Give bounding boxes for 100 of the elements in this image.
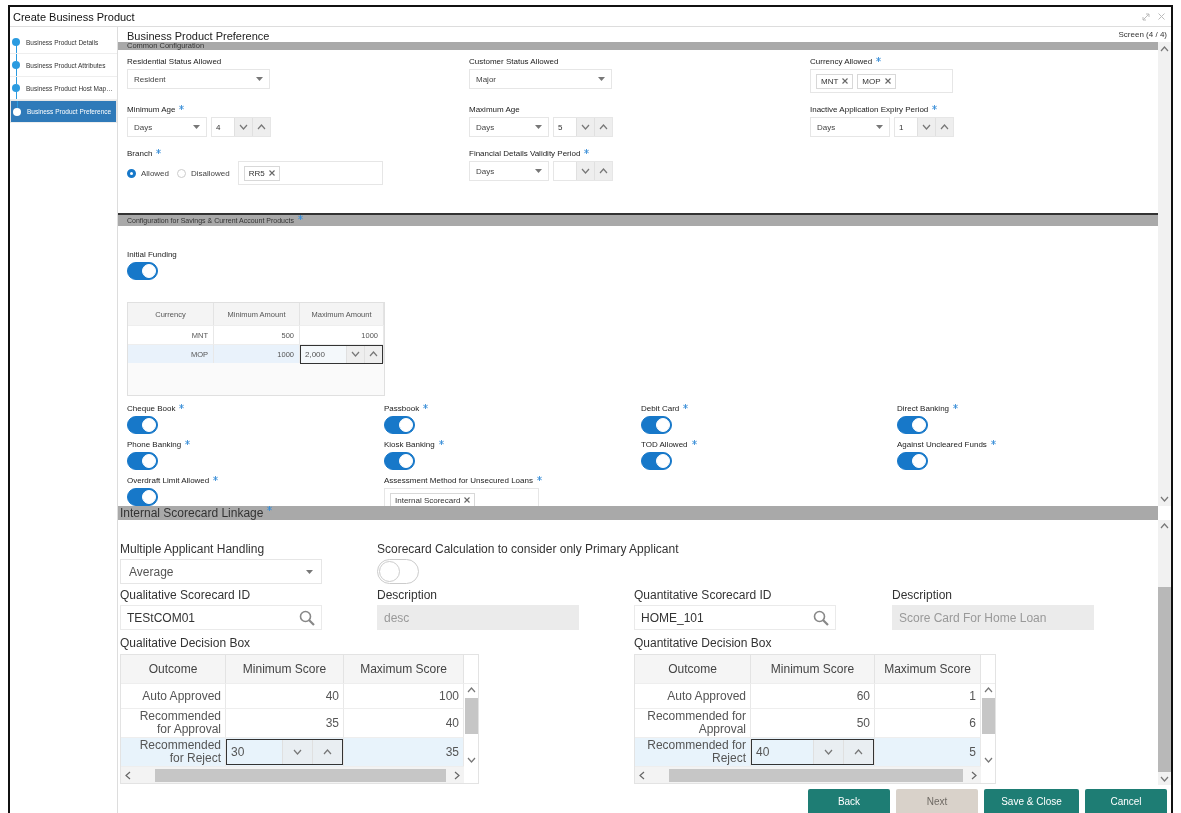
screen-counter: Screen (4 / 4) [1118, 30, 1167, 41]
field-label: Branch [127, 149, 153, 158]
table-cell: 60 [751, 683, 875, 708]
chevron-up-icon [940, 124, 949, 130]
toggle-switch[interactable] [641, 452, 672, 470]
chevron-down-icon [293, 749, 302, 755]
expand-icon[interactable] [1142, 12, 1150, 21]
page-title: Business Product Preference [127, 30, 270, 42]
toggle-switch[interactable] [127, 262, 158, 280]
vertical-scrollbar[interactable] [981, 683, 995, 766]
dropdown[interactable]: Major [469, 69, 612, 89]
column-header: Outcome [121, 655, 226, 683]
column-header: Maximum Score [875, 655, 981, 683]
table-cell: Recommended for Reject [635, 737, 751, 766]
remove-icon[interactable] [842, 78, 849, 84]
tag-chip[interactable]: RR5 [243, 165, 280, 181]
chevron-up-icon [1160, 46, 1169, 52]
caret-down-icon [876, 125, 883, 129]
window-title: Create Business Product [13, 10, 135, 23]
chevron-up-icon [854, 749, 863, 755]
chevron-up-icon [599, 124, 608, 130]
chevron-down-icon [351, 351, 360, 357]
field-label: Phone Banking [127, 440, 182, 449]
table-cell: Auto Approved [635, 683, 751, 708]
chevron-left-icon [639, 770, 645, 780]
toggle-switch[interactable] [384, 452, 415, 470]
field-label: Passbook [384, 404, 420, 413]
chevron-down-icon [1160, 496, 1169, 502]
chevron-right-icon [971, 770, 977, 780]
search-icon[interactable] [813, 609, 829, 626]
toggle-switch[interactable] [127, 452, 158, 470]
section-title: Internal Scorecard Linkage [120, 506, 264, 520]
radio-button[interactable]: Disallowed [177, 168, 230, 178]
field-label: Residential Status Allowed [127, 57, 222, 66]
horizontal-scrollbar[interactable] [121, 766, 464, 783]
toggle-switch[interactable] [897, 452, 928, 470]
horizontal-scrollbar[interactable] [635, 766, 981, 783]
field-label: Initial Funding [127, 250, 177, 259]
vertical-scrollbar[interactable] [1158, 42, 1171, 506]
search-icon[interactable] [299, 609, 315, 626]
tag-input[interactable]: RR5 [237, 161, 383, 185]
input-field[interactable]: TEStCOM01 [120, 605, 322, 630]
dropdown[interactable]: Resident [127, 69, 270, 89]
field-label: Currency Allowed [810, 57, 873, 66]
toggle-switch[interactable] [127, 488, 158, 506]
remove-icon[interactable] [884, 78, 891, 84]
close-icon[interactable] [1158, 13, 1165, 20]
column-header: Outcome [635, 655, 751, 683]
field-label: Assessment Method for Unsecured Loans [384, 476, 533, 485]
column-header: Minimum Score [226, 655, 344, 683]
tag-input[interactable]: Internal Scorecard [384, 488, 539, 506]
toggle-switch[interactable] [384, 416, 415, 434]
chevron-down-icon [239, 124, 248, 130]
vertical-scrollbar[interactable] [1158, 520, 1171, 785]
field-label: Kiosk Banking [384, 440, 435, 449]
dropdown[interactable]: Days [469, 117, 549, 137]
toggle-switch[interactable] [377, 559, 419, 584]
chevron-up-icon [983, 687, 993, 693]
tag-input[interactable]: MNT MOP [810, 69, 953, 93]
chevron-down-icon [581, 124, 590, 130]
table-cell: Auto Approved [121, 683, 226, 708]
toggle-switch[interactable] [641, 416, 672, 434]
dropdown[interactable]: Days [810, 117, 890, 137]
footer-button[interactable]: Cancel [1085, 789, 1167, 813]
chevron-down-icon [824, 749, 833, 755]
input-field: desc [377, 605, 579, 630]
chevron-down-icon [581, 168, 590, 174]
caret-down-icon [535, 125, 542, 129]
column-header: Minimum Score [751, 655, 875, 683]
table-cell: 35 [344, 737, 464, 766]
footer-button[interactable]: Back [808, 789, 890, 813]
field-label: Cheque Book [127, 404, 176, 413]
chevron-down-icon [983, 757, 993, 763]
remove-icon[interactable] [268, 170, 275, 176]
number-field[interactable]: 2,000 [300, 344, 383, 364]
caret-down-icon [306, 569, 313, 574]
decrement-button[interactable] [346, 345, 364, 363]
caret-down-icon [535, 169, 542, 173]
chevron-up-icon [257, 124, 266, 130]
footer-button[interactable]: Save & Close [984, 789, 1079, 813]
remove-icon[interactable] [464, 497, 471, 503]
field-label: Direct Banking [897, 404, 950, 413]
radio-button[interactable]: Allowed [127, 168, 169, 178]
dropdown[interactable]: Days [469, 161, 549, 181]
dropdown[interactable]: Days [127, 117, 207, 137]
input-field: Score Card For Home Loan [892, 605, 1094, 630]
tag-chip[interactable]: MOP [857, 73, 896, 89]
table-cell: Recommended for Reject [121, 737, 226, 766]
increment-button[interactable] [364, 345, 382, 363]
dropdown[interactable]: Average [120, 559, 322, 584]
caret-down-icon [256, 77, 263, 81]
vertical-scrollbar[interactable] [464, 683, 478, 766]
toggle-switch[interactable] [897, 416, 928, 434]
table-title: Quantitative Decision Box [634, 636, 773, 650]
toggle-switch[interactable] [127, 416, 158, 434]
column-header: Maximum Score [344, 655, 464, 683]
caret-down-icon [598, 77, 605, 81]
tag-chip[interactable]: MNT [816, 73, 854, 89]
field-label: Multiple Applicant Handling [120, 542, 265, 556]
input-field[interactable]: HOME_101 [634, 605, 836, 630]
